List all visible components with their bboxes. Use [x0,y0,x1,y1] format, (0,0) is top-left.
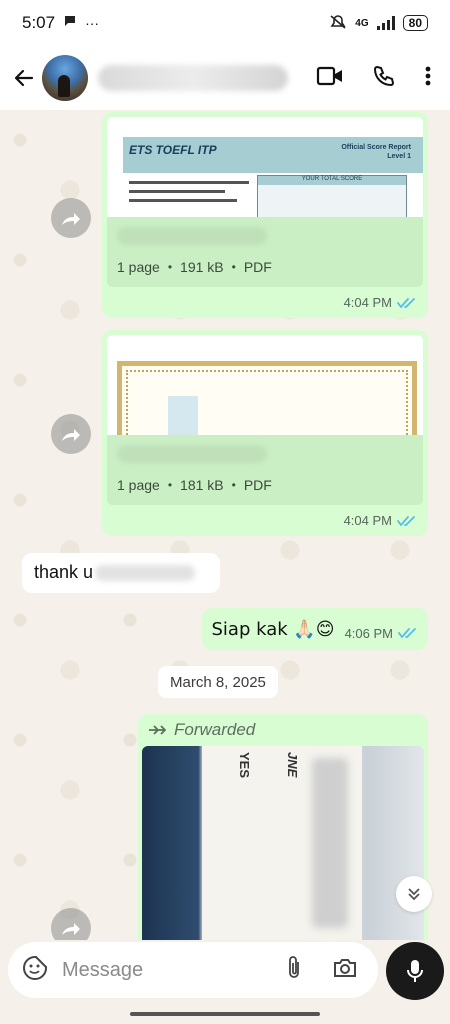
chat-bubble-icon [63,13,77,33]
forwarded-photo[interactable]: YES JNE [142,746,424,940]
photo-text-yes: YES [237,752,252,779]
composer [0,940,450,1004]
document-type: PDF [243,477,272,493]
chat-area[interactable]: ETS TOEFL ITP Official Score Report Leve… [0,110,450,940]
system-nav-bar [0,1004,450,1024]
scroll-to-bottom-button[interactable] [396,876,432,912]
paperclip-icon [289,955,299,978]
forwarded-icon [149,725,166,735]
message-text: Siap kak 🙏🏻😊 [211,618,335,640]
date-divider: March 8, 2025 [158,666,278,698]
forward-button[interactable] [51,414,91,454]
message-input[interactable] [62,958,262,982]
document-pages: 1 page [117,477,160,493]
message-time: 4:04 PM [343,513,392,528]
voice-message-button[interactable] [386,942,444,1000]
microphone-icon [407,960,423,982]
document-message[interactable]: ETS TOEFL ITP Official Score Report Leve… [102,112,428,318]
forward-arrow-icon [62,923,80,935]
attach-button[interactable] [286,955,302,986]
double-check-icon [397,297,415,308]
message-time: 4:04 PM [343,295,392,310]
double-check-icon [397,515,415,526]
gesture-handle[interactable] [130,1012,320,1016]
score-box-label: YOUR TOTAL SCORE [258,176,406,185]
photo-text-jne: JNE [285,752,300,778]
signal-icon [376,16,395,30]
document-message[interactable]: 1 page • 181 kB • PDF 4:04 PM [102,330,428,536]
message-text: thank u [34,562,94,582]
kebab-menu-icon [425,66,431,85]
document-type: PDF [243,259,272,275]
document-info: 1 page • 181 kB • PDF [107,435,423,505]
forward-arrow-icon [62,429,80,441]
document-preview[interactable]: ETS TOEFL ITP Official Score Report Leve… [107,117,423,217]
outgoing-message[interactable]: Siap kak 🙏🏻😊 4:06 PM [201,608,428,650]
more-notifications-icon: ··· [85,15,100,31]
document-info: 1 page • 191 kB • PDF [107,217,423,287]
document-name-redacted [117,227,267,245]
status-time: 5:07 [22,13,56,32]
camera-button[interactable] [332,957,358,984]
double-check-icon [398,628,416,639]
video-call-button[interactable] [316,65,344,92]
more-options-button[interactable] [424,65,432,92]
toefl-logo: ETS TOEFL ITP [129,143,217,157]
chat-header [0,46,450,110]
toefl-report-title: Official Score Report Level 1 [341,144,411,160]
phone-icon [373,65,395,86]
document-size: 181 kB [180,477,224,493]
status-bar: 5:07 ··· 4G 80 [0,0,450,46]
forwarded-image-message[interactable]: Forwarded YES JNE [138,714,428,940]
sticker-button[interactable] [22,955,48,986]
arrow-left-icon [14,69,34,87]
back-button[interactable] [10,64,38,92]
forward-arrow-icon [62,213,80,225]
forwarded-label: Forwarded [174,720,256,739]
voice-call-button[interactable] [372,64,396,93]
message-time: 4:06 PM [344,625,393,641]
sticker-icon [23,955,47,980]
document-preview[interactable] [107,335,423,435]
document-size: 191 kB [180,259,224,275]
forward-button[interactable] [51,908,91,940]
battery-level: 80 [402,15,428,31]
message-composer [8,942,378,998]
document-name-redacted [117,445,267,463]
network-type: 4G [355,17,369,29]
contact-avatar[interactable] [42,55,88,101]
document-pages: 1 page [117,259,160,275]
contact-name-redacted[interactable] [98,65,288,91]
photo-redacted [312,758,348,928]
mute-icon [329,14,347,33]
incoming-message[interactable]: thank u [22,553,220,593]
double-chevron-down-icon [408,888,420,901]
video-camera-icon [316,66,342,85]
forward-button[interactable] [51,198,91,238]
camera-icon [334,958,356,977]
message-text-redacted [95,565,196,582]
